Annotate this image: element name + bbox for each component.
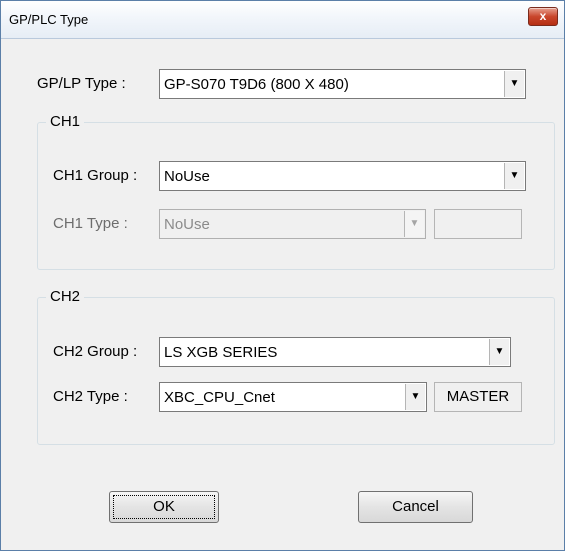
gp-type-select[interactable]: GP-S070 T9D6 (800 X 480) ▼ bbox=[159, 69, 526, 99]
cancel-button[interactable]: Cancel bbox=[358, 491, 473, 523]
ch2-group-title: CH2 bbox=[46, 288, 85, 305]
ch2-type-select[interactable]: XBC_CPU_Cnet ▼ bbox=[159, 382, 427, 412]
ch2-type-extra: MASTER bbox=[434, 382, 522, 412]
dialog-body: GP/LP Type : GP-S070 T9D6 (800 X 480) ▼ … bbox=[1, 39, 564, 550]
ch1-group-value: NoUse bbox=[164, 168, 210, 185]
chevron-down-icon[interactable]: ▼ bbox=[504, 71, 524, 97]
chevron-down-icon: ▼ bbox=[404, 211, 424, 237]
ch2-group-value: LS XGB SERIES bbox=[164, 344, 278, 361]
ch2-group-label: CH2 Group : bbox=[53, 343, 138, 360]
close-button[interactable]: x bbox=[528, 7, 558, 26]
ch2-groupbox: CH2 bbox=[37, 288, 555, 445]
ch1-group-label: CH1 Group : bbox=[53, 167, 138, 184]
gp-type-value: GP-S070 T9D6 (800 X 480) bbox=[164, 76, 349, 93]
ok-button[interactable]: OK bbox=[109, 491, 219, 523]
ch2-type-value: XBC_CPU_Cnet bbox=[164, 389, 275, 406]
ch1-type-extra bbox=[434, 209, 522, 239]
ch1-groupbox: CH1 bbox=[37, 113, 555, 270]
gp-type-label: GP/LP Type : bbox=[37, 75, 126, 92]
ch2-type-label: CH2 Type : bbox=[53, 388, 128, 405]
window-title: GP/PLC Type bbox=[9, 12, 89, 27]
ch1-type-select[interactable]: NoUse ▼ bbox=[159, 209, 426, 239]
close-icon: x bbox=[539, 9, 547, 23]
title-bar[interactable]: GP/PLC Type x bbox=[1, 1, 564, 39]
chevron-down-icon[interactable]: ▼ bbox=[504, 163, 524, 189]
ch1-type-label: CH1 Type : bbox=[53, 215, 128, 232]
ch1-type-value: NoUse bbox=[164, 216, 210, 233]
ch1-group-title: CH1 bbox=[46, 113, 85, 130]
ch2-group-select[interactable]: LS XGB SERIES ▼ bbox=[159, 337, 511, 367]
chevron-down-icon[interactable]: ▼ bbox=[405, 384, 425, 410]
chevron-down-icon[interactable]: ▼ bbox=[489, 339, 509, 365]
ch1-group-select[interactable]: NoUse ▼ bbox=[159, 161, 526, 191]
gp-plc-type-dialog: GP/PLC Type x GP/LP Type : GP-S070 T9D6 … bbox=[0, 0, 565, 551]
